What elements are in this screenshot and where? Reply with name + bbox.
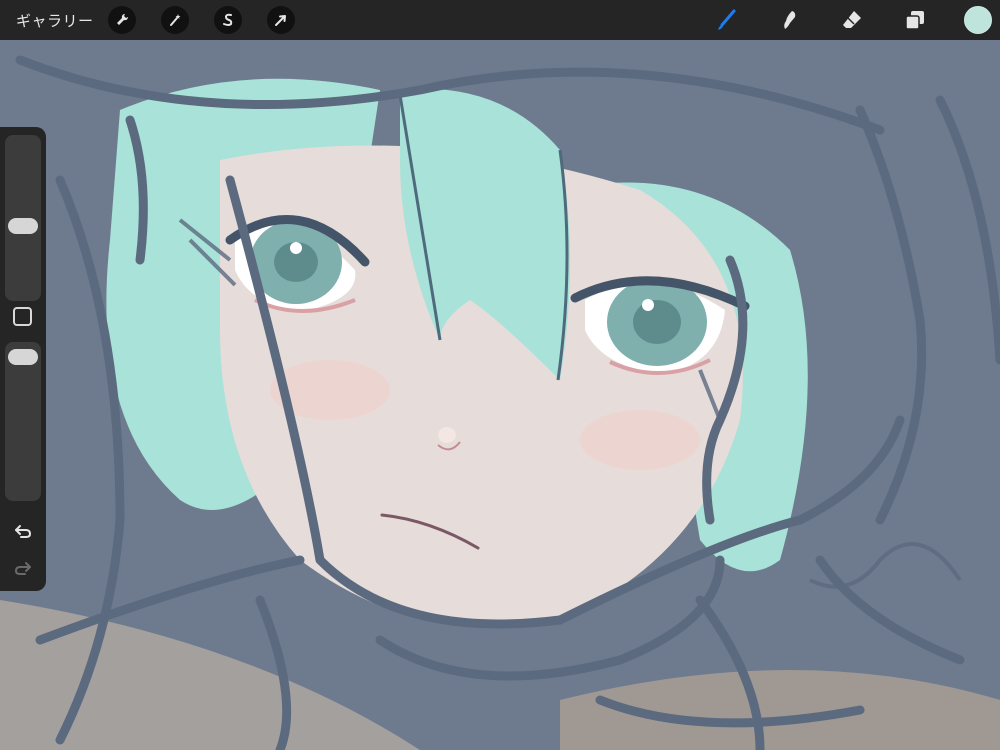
color-picker-button[interactable] (964, 6, 992, 34)
brush-icon (718, 9, 736, 30)
eraser-icon (843, 11, 861, 28)
redo-icon (14, 562, 31, 575)
right-tool-group (712, 0, 1000, 40)
undo-button[interactable] (12, 520, 34, 542)
selection-button[interactable] (213, 6, 242, 34)
layers-button[interactable] (901, 6, 929, 34)
undo-icon (15, 525, 32, 538)
brush-size-slider[interactable] (5, 135, 41, 301)
brush-tool-button[interactable] (712, 6, 740, 34)
drawing-canvas[interactable] (0, 0, 1000, 750)
opacity-thumb[interactable] (8, 349, 38, 366)
top-toolbar: ギャラリー (0, 0, 1000, 40)
eraser-tool-button[interactable] (838, 6, 866, 34)
arrow-cursor-icon (274, 15, 286, 26)
adjustments-button[interactable] (160, 6, 189, 34)
wrench-icon (116, 13, 128, 25)
smudge-tool-button[interactable] (775, 6, 803, 34)
left-sidebar (0, 127, 46, 591)
brush-size-thumb[interactable] (8, 217, 38, 234)
magic-wand-icon (169, 14, 181, 26)
nose (438, 427, 456, 443)
right-eye-highlight (642, 299, 654, 311)
blush-right (580, 410, 700, 470)
redo-button[interactable] (12, 557, 34, 579)
layers-icon (905, 11, 924, 30)
actions-button[interactable] (107, 6, 136, 34)
opacity-slider[interactable] (5, 342, 41, 501)
selection-s-icon (222, 13, 232, 26)
smudge-icon (784, 11, 796, 29)
right-eye-pupil (633, 300, 681, 344)
gallery-button[interactable]: ギャラリー (16, 10, 94, 31)
square-modify-icon[interactable] (13, 307, 32, 326)
transform-button[interactable] (266, 6, 295, 34)
left-eye-highlight (290, 242, 302, 254)
